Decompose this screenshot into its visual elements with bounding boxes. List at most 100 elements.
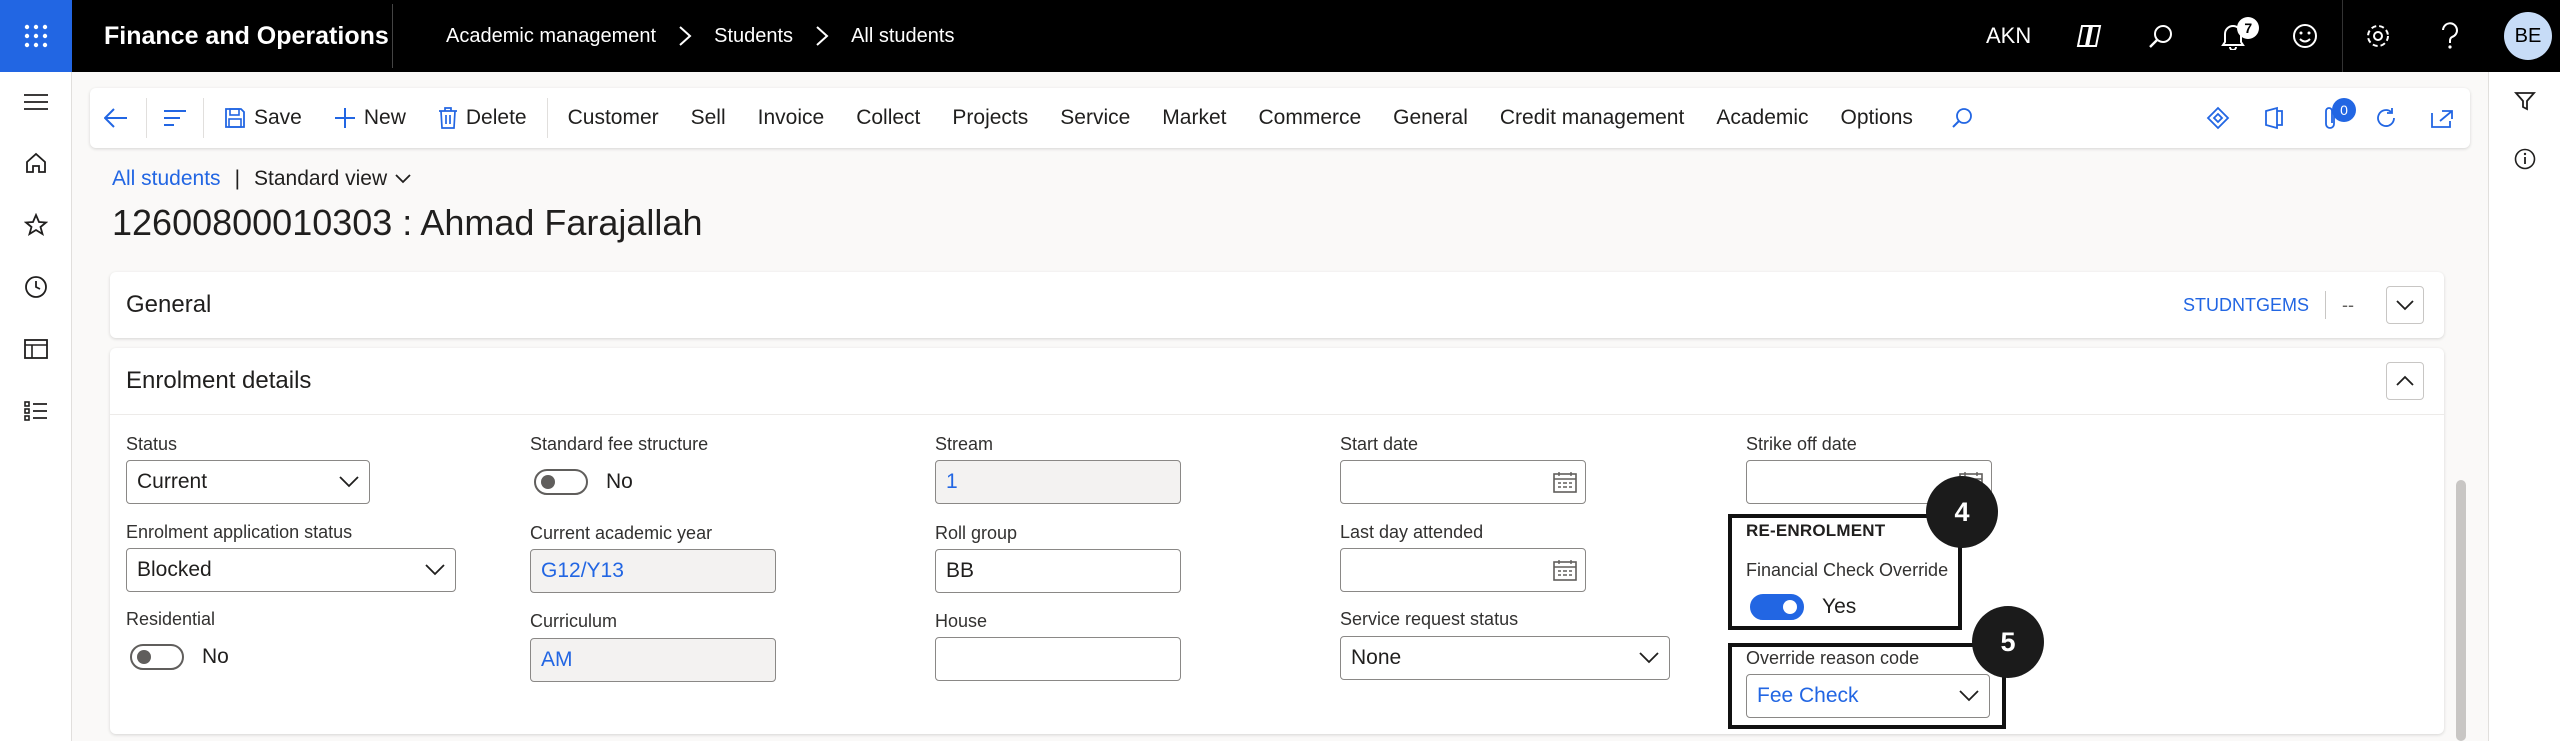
nav-favorites[interactable] [0, 194, 72, 256]
house-field[interactable] [935, 637, 1181, 681]
tab-sell[interactable]: Sell [675, 88, 742, 148]
current-academic-year-field[interactable]: G12/Y13 [530, 549, 776, 593]
financial-check-override-toggle-row: Yes [1750, 594, 1856, 620]
service-request-status-dropdown[interactable]: None [1340, 636, 1670, 680]
expand-button[interactable] [2386, 286, 2424, 324]
back-button[interactable] [90, 88, 142, 148]
left-navigation [0, 72, 72, 741]
tab-commerce[interactable]: Commerce [1242, 88, 1377, 148]
residential-toggle-row: No [130, 644, 229, 670]
tab-invoice[interactable]: Invoice [742, 88, 841, 148]
tab-credit-management[interactable]: Credit management [1484, 88, 1700, 148]
residential-value: No [202, 645, 229, 668]
help-button[interactable] [2414, 0, 2486, 72]
diamond-icon [2206, 106, 2230, 130]
status-dropdown[interactable]: Current [126, 460, 370, 504]
roll-group-label: Roll group [935, 523, 1018, 543]
tab-options[interactable]: Options [1825, 88, 1929, 148]
settings-button[interactable] [2342, 0, 2414, 72]
chevron-down-icon [425, 549, 445, 591]
financial-check-override-toggle[interactable] [1750, 594, 1804, 620]
roll-group-value: BB [946, 559, 975, 582]
tab-customer[interactable]: Customer [552, 88, 675, 148]
step-badge-4: 4 [1926, 476, 1998, 548]
standard-fee-structure-value: No [606, 470, 633, 493]
status-value: Current [137, 470, 208, 493]
filter-button[interactable] [2489, 72, 2560, 130]
fasttab-title: General [126, 291, 212, 318]
tab-market[interactable]: Market [1146, 88, 1242, 148]
page-title: 12600800010303 : Ahmad Farajallah [112, 202, 703, 243]
company-selector[interactable]: AKN [1986, 23, 2031, 49]
all-students-link[interactable]: All students [112, 167, 221, 191]
app-title[interactable]: Finance and Operations [104, 0, 389, 72]
summary-divider [2325, 291, 2326, 319]
view-separator: | [234, 167, 241, 190]
office-button[interactable] [2246, 88, 2302, 148]
info-button[interactable] [2489, 130, 2560, 188]
nav-workspaces[interactable] [0, 318, 72, 380]
enrolment-application-status-dropdown[interactable]: Blocked [126, 548, 456, 592]
action-separator [146, 98, 147, 138]
smiley-icon [2293, 24, 2318, 48]
action-pane-right: 0 [2190, 88, 2470, 148]
tab-service[interactable]: Service [1044, 88, 1146, 148]
curriculum-field[interactable]: AM [530, 638, 776, 682]
override-reason-code-dropdown[interactable]: Fee Check [1746, 674, 1990, 718]
start-date-field[interactable] [1340, 460, 1586, 504]
copilot-icon [2077, 25, 2102, 47]
breadcrumb-item[interactable]: Academic management [446, 25, 656, 48]
power-apps-button[interactable] [2190, 88, 2246, 148]
new-label: New [363, 106, 406, 129]
tab-general[interactable]: General [1377, 88, 1484, 148]
current-academic-year-value: G12/Y13 [541, 559, 624, 582]
breadcrumb-item[interactable]: All students [851, 25, 954, 48]
view-selector[interactable]: Standard view [254, 167, 411, 191]
general-fasttab[interactable]: General STUDNTGEMS -- [110, 272, 2444, 338]
chevron-up-icon [2396, 375, 2414, 386]
vertical-scrollbar[interactable] [2456, 480, 2466, 741]
attachments-button[interactable]: 0 [2302, 88, 2358, 148]
app-launcher-button[interactable] [0, 0, 72, 72]
topbar-actions: AKN 7 [1986, 0, 2341, 72]
avatar[interactable]: BE [2504, 12, 2552, 60]
re-enrolment-heading: RE-ENROLMENT [1746, 521, 1886, 540]
action-pane: Save New Delete Customer Sell Invoice Co… [90, 88, 2470, 148]
fasttab-title[interactable]: Enrolment details [126, 348, 311, 414]
breadcrumb: Academic management Students All student… [446, 0, 954, 72]
feedback-button[interactable] [2269, 0, 2341, 72]
search-button[interactable] [2125, 0, 2197, 72]
refresh-button[interactable] [2358, 88, 2414, 148]
collapse-button[interactable] [2386, 362, 2424, 400]
delete-button[interactable]: Delete [422, 88, 543, 148]
calendar-icon[interactable] [1553, 549, 1577, 591]
tab-collect[interactable]: Collect [840, 88, 936, 148]
calendar-icon[interactable] [1553, 461, 1577, 503]
residential-toggle[interactable] [130, 644, 184, 670]
new-button[interactable]: New [318, 88, 422, 148]
summary-value[interactable]: STUDNTGEMS [2183, 295, 2309, 316]
save-button[interactable]: Save [208, 88, 318, 148]
last-day-attended-field[interactable] [1340, 548, 1586, 592]
open-new-window-button[interactable] [2414, 88, 2470, 148]
stream-field[interactable]: 1 [935, 460, 1181, 504]
tab-academic[interactable]: Academic [1700, 88, 1824, 148]
standard-fee-structure-toggle[interactable] [534, 469, 588, 495]
search-icon [2149, 25, 2173, 48]
notifications-button[interactable]: 7 [2197, 0, 2269, 72]
roll-group-field[interactable]: BB [935, 549, 1181, 593]
list-toggle-button[interactable] [151, 88, 199, 148]
enrolment-fasttab: Enrolment details [110, 348, 2444, 734]
fasttab-divider [110, 414, 2444, 415]
action-search-button[interactable] [1929, 88, 1995, 148]
copilot-button[interactable] [2053, 0, 2125, 72]
help-icon [2442, 22, 2458, 49]
override-reason-code-label: Override reason code [1746, 648, 1920, 668]
nav-home[interactable] [0, 132, 72, 194]
tab-projects[interactable]: Projects [936, 88, 1044, 148]
last-day-attended-label: Last day attended [1340, 522, 1484, 542]
breadcrumb-item[interactable]: Students [714, 25, 793, 48]
nav-modules[interactable] [0, 380, 72, 442]
nav-expand-button[interactable] [0, 72, 72, 132]
nav-recent[interactable] [0, 256, 72, 318]
